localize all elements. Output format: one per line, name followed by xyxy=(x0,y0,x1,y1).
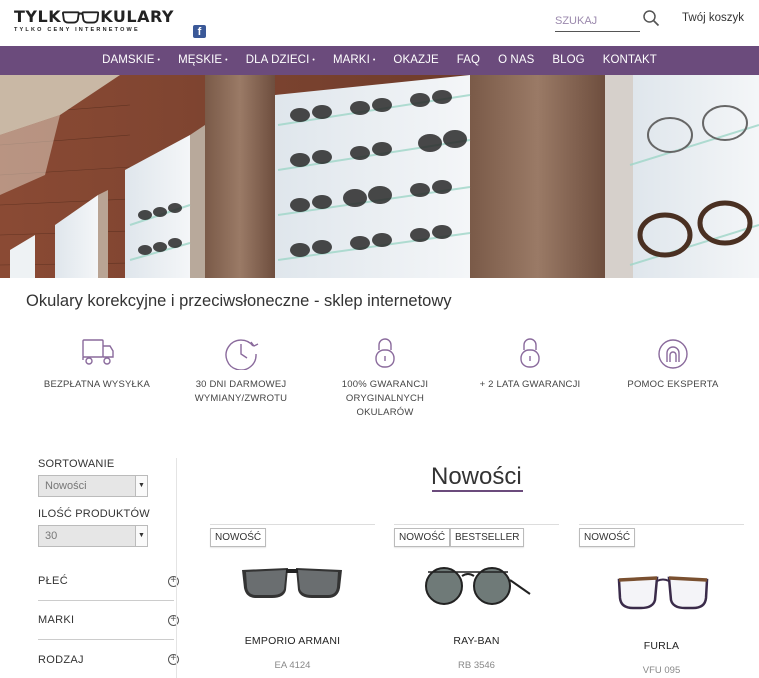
product-card-divider xyxy=(210,524,375,525)
nav-item-kontakt[interactable]: KONTAKT xyxy=(594,46,666,75)
hero-store-image xyxy=(0,75,759,278)
badge-bestseller: BESTSELLER xyxy=(450,528,525,547)
badge-new: NOWOŚĆ xyxy=(394,528,451,547)
section-title-new: Nowości xyxy=(431,463,522,490)
nav-item-damskie[interactable]: DAMSKIE • xyxy=(93,46,169,75)
plus-icon[interactable]: + xyxy=(168,614,179,626)
feature-30-days-return: 30 DNI DARMOWEJ WYMIANY/ZWROTU xyxy=(176,336,306,406)
facebook-icon[interactable]: f xyxy=(193,25,206,38)
sort-select-value: Nowości xyxy=(45,480,87,492)
feature-original-guarantee: 100% GWARANCJI ORYGINALNYCH OKULARÓW xyxy=(320,336,450,420)
logo-text-right: KULARY xyxy=(100,7,174,26)
filter-type[interactable]: RODZAJ + xyxy=(38,640,179,678)
dropdown-dot-icon: • xyxy=(225,57,228,64)
logo-tagline: TYLKO CENY INTERNETOWE xyxy=(14,27,140,33)
filters-sidebar: SORTOWANIE Nowości ▼ ILOŚĆ PRODUKTÓW 30 … xyxy=(38,458,179,666)
search-input[interactable] xyxy=(555,12,635,30)
cart-link[interactable]: Twój koszyk xyxy=(682,12,744,24)
product-card[interactable]: NOWOŚĆ BESTSELLER RAY-BAN RB 3546 xyxy=(394,524,559,678)
product-name: FURLA xyxy=(643,640,680,652)
filter-type-label: RODZAJ xyxy=(38,653,84,666)
badge-new: NOWOŚĆ xyxy=(210,528,267,547)
sidebar-divider xyxy=(176,458,177,678)
product-name: EMPORIO ARMANI xyxy=(244,635,341,647)
main-nav: DAMSKIE • MĘSKIE • DLA DZIECI • MARKI • OKAZ… xyxy=(0,46,759,75)
search-icon[interactable] xyxy=(642,9,660,27)
nav-item-meskie[interactable]: MĘSKIE • xyxy=(169,46,237,75)
dropdown-dot-icon: • xyxy=(372,57,376,64)
nav-item-marki[interactable]: MARKI • xyxy=(324,46,384,75)
padlock-icon xyxy=(375,338,395,368)
sort-select[interactable]: Nowości ▼ xyxy=(38,475,148,497)
features-row: BEZPŁATNA WYSYŁKA 30 DNI DARMOWEJ WYMIANY… xyxy=(0,336,759,426)
logo-glasses-icon xyxy=(62,10,100,24)
nav-item-dla-dzieci[interactable]: DLA DZIECI • xyxy=(237,46,324,75)
site-logo[interactable]: TYLK KULARY TYLKO CENY INTERNETOWE xyxy=(14,7,174,37)
expert-icon xyxy=(658,339,688,369)
nav-item-blog[interactable]: BLOG xyxy=(543,46,593,75)
dropdown-dot-icon: • xyxy=(312,57,315,64)
feature-expert-help: POMOC EKSPERTA xyxy=(608,336,738,392)
logo-text-left: TYLK xyxy=(14,7,62,26)
product-image-sunglasses xyxy=(242,568,342,598)
filter-gender[interactable]: PŁEĆ + xyxy=(38,562,179,601)
product-count-value: 30 xyxy=(45,530,58,542)
nav-item-okazje[interactable]: OKAZJE xyxy=(384,46,447,75)
plus-icon[interactable]: + xyxy=(168,575,179,587)
section-title-underline xyxy=(432,490,523,492)
product-name: RAY-BAN xyxy=(453,635,500,647)
site-header: TYLK KULARY TYLKO CENY INTERNETOWE f Twó… xyxy=(0,0,759,46)
product-card-divider xyxy=(579,524,744,525)
feature-2-year-warranty: + 2 LATA GWARANCJI xyxy=(465,336,595,392)
product-image-optical-glasses xyxy=(617,576,709,610)
nav-item-faq[interactable]: FAQ xyxy=(448,46,489,75)
dropdown-dot-icon: • xyxy=(157,57,161,64)
filter-gender-label: PŁEĆ xyxy=(38,575,68,587)
sort-label: SORTOWANIE xyxy=(38,458,115,470)
feature-free-shipping: BEZPŁATNA WYSYŁKA xyxy=(32,336,162,392)
search-box xyxy=(555,11,640,32)
product-image-round-sunglasses xyxy=(425,567,531,605)
product-card[interactable]: NOWOŚĆ FURLA VFU 095 xyxy=(579,524,744,678)
plus-icon[interactable]: + xyxy=(168,654,179,665)
chevron-down-icon: ▼ xyxy=(135,476,147,496)
filter-brands[interactable]: MARKI + xyxy=(38,601,179,640)
product-model: RB 3546 xyxy=(458,660,495,671)
product-count-label: ILOŚĆ PRODUKTÓW xyxy=(38,508,150,520)
page-title: Okulary korekcyjne i przeciwsłoneczne - … xyxy=(26,292,452,310)
product-card[interactable]: NOWOŚĆ EMPORIO ARMANI EA 4124 xyxy=(210,524,375,678)
badge-new: NOWOŚĆ xyxy=(579,528,636,547)
product-model: EA 4124 xyxy=(274,660,311,671)
product-count-select[interactable]: 30 ▼ xyxy=(38,525,148,547)
product-card-divider xyxy=(394,524,559,525)
nav-item-o-nas[interactable]: O NAS xyxy=(489,46,543,75)
delivery-truck-icon xyxy=(82,339,114,365)
padlock-icon xyxy=(520,338,540,368)
product-model: VFU 095 xyxy=(642,665,681,676)
hero-banner xyxy=(0,75,759,278)
chevron-down-icon: ▼ xyxy=(135,526,147,546)
clock-icon xyxy=(225,339,259,370)
filter-brands-label: MARKI xyxy=(38,614,75,626)
